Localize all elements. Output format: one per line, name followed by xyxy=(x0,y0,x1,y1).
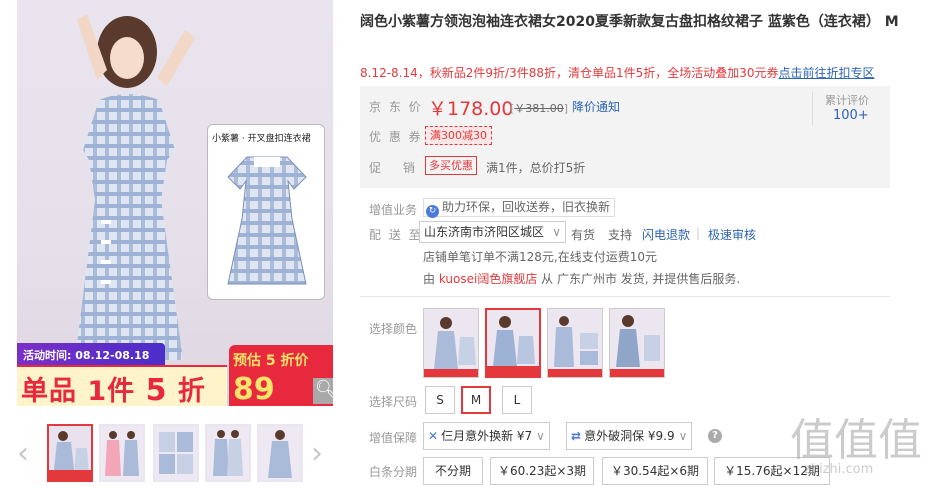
promo-text-five: 5 xyxy=(145,373,168,406)
thumbnail[interactable] xyxy=(205,424,251,482)
guarantee-label: 增值保障 xyxy=(369,431,418,445)
thumbnail-strip: ‹ › xyxy=(17,420,333,486)
old-price-value: ￥381.00 xyxy=(514,102,564,115)
watermark-logo: 值值值 xyxy=(790,415,922,466)
delivery-label: 配 送 至 xyxy=(369,228,423,242)
divider xyxy=(360,296,890,297)
link-divider: | xyxy=(696,226,701,240)
installment-option[interactable]: ￥60.23起×3期 xyxy=(490,457,594,485)
promo-line: 8.12-8.14，秋新品2件9折/3件88折，清仓单品1件5折，全场活动叠加3… xyxy=(360,64,875,81)
site-watermark: 值值值 zhizhi.com xyxy=(790,404,940,477)
review-count-link[interactable]: 100+ xyxy=(833,108,869,123)
promo-text-a: 单品 1件 xyxy=(21,376,146,406)
color-label: 选择颜色 xyxy=(369,322,418,336)
presale-label: 预估 5 折价 xyxy=(233,353,309,369)
installment-label: 白条分期 xyxy=(369,465,418,479)
installment-option[interactable]: ￥30.54起×6期 xyxy=(602,457,708,485)
promo-banner: 单品 1件 5 折 xyxy=(17,365,227,406)
detail-inset-card: 小紫薯 · 开叉盘扣连衣裙 xyxy=(207,124,325,300)
model-photo xyxy=(75,14,195,360)
seller-line: 由 kuosei阔色旗舰店 从 广东广州市 发货, 并提供售后服务. xyxy=(423,270,740,287)
service-label: 增值业务 xyxy=(369,203,418,217)
current-price: ￥178.00 xyxy=(428,98,514,120)
color-swatch[interactable] xyxy=(423,308,479,378)
tools-icon: ✕ xyxy=(428,429,439,443)
zoom-icon[interactable]: 🔍︎ xyxy=(313,378,333,404)
size-label: 选择尺码 xyxy=(369,395,418,409)
help-icon[interactable]: ? xyxy=(708,429,722,443)
support-label: 支持 xyxy=(608,228,633,242)
divider xyxy=(812,92,813,126)
guarantee-option-replace[interactable]: ✕ 仨月意外换新 ¥7 ∨ xyxy=(423,422,550,450)
refresh-icon: ⇄ xyxy=(571,429,582,443)
shipping-note: 店铺单笔订单不满128元,在线支付运费10元 xyxy=(423,250,657,264)
old-suffix: ] xyxy=(563,102,569,115)
service-text: 助力环保，回收送券，旧衣换新 xyxy=(442,200,611,214)
price-drop-notice-link[interactable]: 降价通知 xyxy=(572,98,620,115)
promo-link[interactable]: 点击前往折扣专区 xyxy=(779,66,875,80)
thumbnail[interactable] xyxy=(153,424,199,482)
size-option-l[interactable]: L xyxy=(502,386,532,414)
thumbnail[interactable] xyxy=(257,424,303,482)
presale-price: 89 xyxy=(233,372,275,406)
thumbnail[interactable] xyxy=(47,424,93,482)
guarantee-option-hole[interactable]: ⇄ 意外破洞保 ¥9.9 ∨ xyxy=(566,422,693,450)
chevron-down-icon: ∨ xyxy=(536,429,545,443)
guarantee-opt2: 意外破洞保 ¥9.9 xyxy=(584,429,675,443)
installment-option[interactable]: 不分期 xyxy=(423,457,483,485)
fast-refund-link[interactable]: 闪电退款 xyxy=(642,226,690,243)
main-product-image[interactable]: 小紫薯 · 开叉盘扣连衣裙 活动时间: 08.12-08.18 单品 1件 5 … xyxy=(17,0,333,406)
fast-review-link[interactable]: 极速审核 xyxy=(708,226,756,243)
promo-time-banner: 活动时间: 08.12-08.18 xyxy=(17,343,165,365)
promotion-desc: 满1件，总价打5折 xyxy=(486,161,586,175)
price-box: 京 东 价 ￥178.00 [￥381.00] 降价通知 累计评价 100+ 优… xyxy=(360,86,890,188)
color-swatch[interactable] xyxy=(547,308,603,378)
guarantee-opt1: 仨月意外换新 ¥7 xyxy=(441,429,533,443)
shop-link[interactable]: kuosei阔色旗舰店 xyxy=(439,272,538,286)
promotion-label: 促 销 xyxy=(369,161,417,175)
product-page: 小紫薯 · 开叉盘扣连衣裙 活动时间: 08.12-08.18 单品 1件 5 … xyxy=(0,0,940,487)
original-price: [￥381.00] xyxy=(510,100,568,116)
price-label: 京 东 价 xyxy=(369,100,423,114)
coupon-label: 优 惠 券 xyxy=(369,130,423,144)
size-option-m[interactable]: M xyxy=(461,386,491,414)
shop-prefix: 由 xyxy=(423,272,439,286)
coupon-tag[interactable]: 满300减30 xyxy=(425,126,492,145)
stock-status: 有货 xyxy=(571,228,596,242)
region-selector[interactable]: 山东济南市济阳区城区 ∨ xyxy=(419,221,566,243)
dress-flat-image xyxy=(227,156,307,285)
promo-line-text: 8.12-8.14，秋新品2件9折/3件88折，清仓单品1件5折，全场活动叠加3… xyxy=(360,66,779,80)
chevron-down-icon: ∨ xyxy=(552,225,561,239)
color-swatch[interactable] xyxy=(609,308,665,378)
chevron-left-icon[interactable]: ‹ xyxy=(17,436,29,471)
chevron-right-icon[interactable]: › xyxy=(311,436,323,471)
inset-label: 小紫薯 · 开叉盘扣连衣裙 xyxy=(212,134,311,144)
region-text: 山东济南市济阳区城区 xyxy=(424,225,545,239)
recycle-service-button[interactable]: ↻ 助力环保，回收送券，旧衣换新 xyxy=(423,198,616,218)
chevron-down-icon: ∨ xyxy=(678,429,688,443)
promo-text-b: 折 xyxy=(167,376,206,406)
shop-suffix: 从 广东广州市 发货, 并提供售后服务. xyxy=(537,272,741,286)
review-label: 累计评价 xyxy=(825,94,869,107)
recycle-icon: ↻ xyxy=(426,205,439,218)
size-option-s[interactable]: S xyxy=(425,386,455,414)
promotion-tag: 多买优惠 xyxy=(425,156,477,175)
thumbnail[interactable] xyxy=(99,424,145,482)
product-title: 阔色小紫薯方领泡泡袖连衣裙女2020夏季新款复古盘扣格纹裙子 蓝紫色（连衣裙） … xyxy=(360,14,899,30)
color-swatch[interactable] xyxy=(485,308,541,378)
